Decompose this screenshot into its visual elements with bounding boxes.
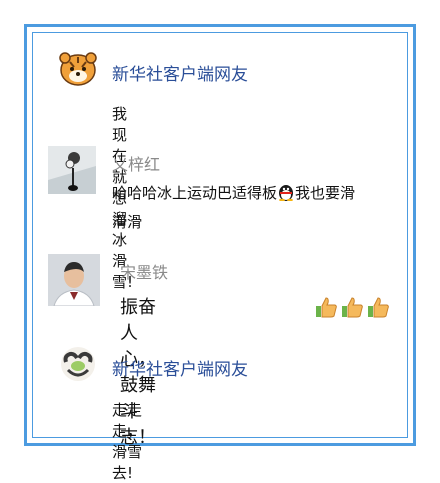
heart-hands-avatar[interactable] [60, 346, 96, 382]
comment-text-part: 滑滑 [112, 213, 143, 231]
commenter-name[interactable]: 新华社客户端网友 [112, 60, 248, 85]
photo-avatar[interactable] [48, 146, 96, 194]
comment-text: 哈哈哈冰上运动巴适得板 我也要滑 滑滑 [112, 180, 402, 235]
comment-text: 走走走，滑雪去! [112, 401, 143, 482]
tiger-avatar[interactable] [56, 52, 100, 88]
penguin-emoji-icon [277, 183, 295, 209]
commenter-name[interactable]: 新华社客户端网友 [112, 355, 248, 380]
person-photo-avatar[interactable] [48, 254, 100, 306]
thumbs-up-icon [340, 296, 364, 322]
commenter-name[interactable]: 义梓红 [112, 151, 160, 175]
comment-text-part: 哈哈哈冰上运动巴适得板 [112, 184, 278, 202]
thumbs-up-icon [366, 296, 390, 322]
commenter-name[interactable]: 宋墨铁 [120, 259, 168, 283]
comment-text-part: 我也要滑 [295, 184, 356, 202]
thumbs-up-icon [314, 296, 338, 322]
